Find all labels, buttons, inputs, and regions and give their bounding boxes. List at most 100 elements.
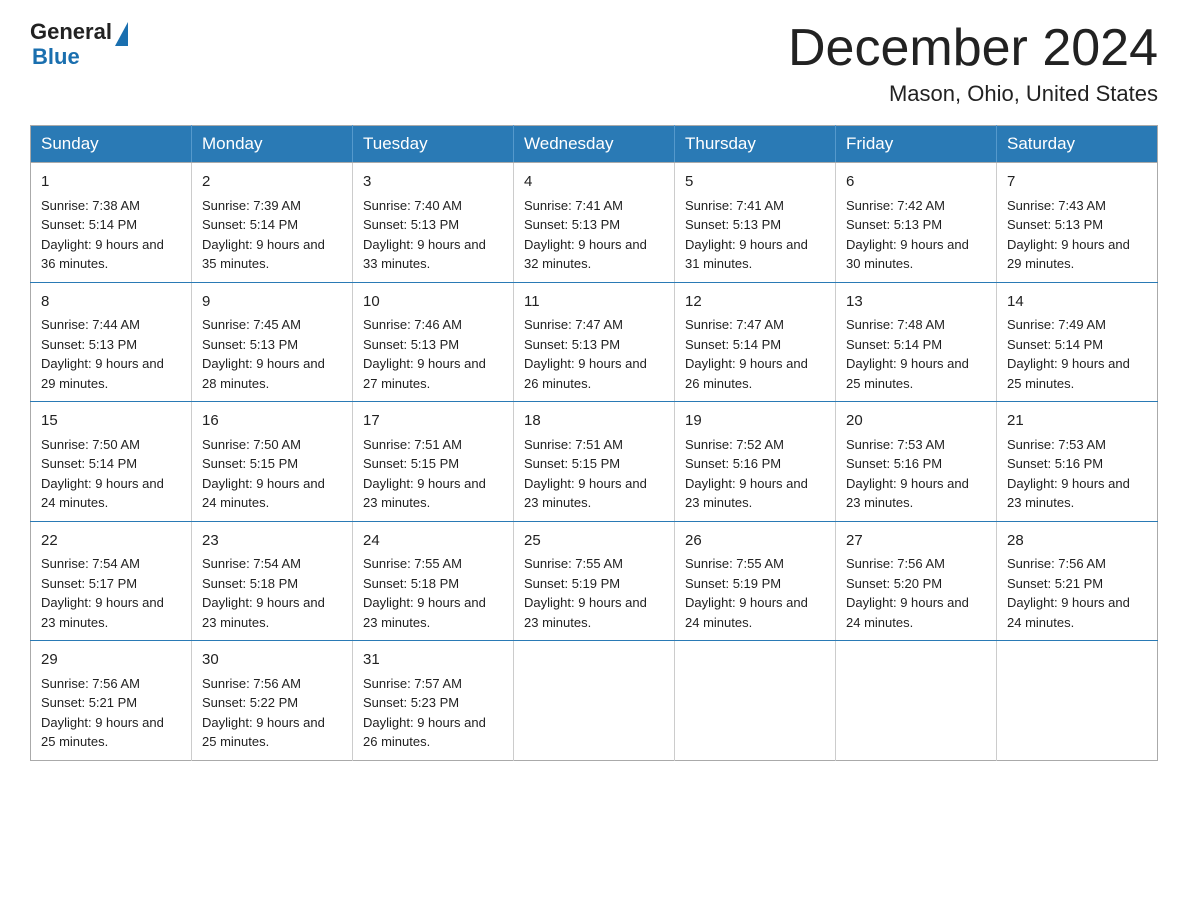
calendar-cell: 1Sunrise: 7:38 AMSunset: 5:14 PMDaylight… [31, 163, 192, 283]
day-number: 23 [202, 530, 342, 553]
day-info: Sunrise: 7:47 AMSunset: 5:14 PMDaylight:… [685, 315, 825, 393]
calendar-table: SundayMondayTuesdayWednesdayThursdayFrid… [30, 125, 1158, 761]
day-info: Sunrise: 7:42 AMSunset: 5:13 PMDaylight:… [846, 196, 986, 274]
day-info: Sunrise: 7:41 AMSunset: 5:13 PMDaylight:… [524, 196, 664, 274]
calendar-cell: 7Sunrise: 7:43 AMSunset: 5:13 PMDaylight… [997, 163, 1158, 283]
day-info: Sunrise: 7:51 AMSunset: 5:15 PMDaylight:… [363, 435, 503, 513]
logo: General Blue [30, 20, 128, 70]
day-number: 8 [41, 291, 181, 314]
day-info: Sunrise: 7:56 AMSunset: 5:21 PMDaylight:… [1007, 554, 1147, 632]
calendar-cell: 3Sunrise: 7:40 AMSunset: 5:13 PMDaylight… [353, 163, 514, 283]
day-info: Sunrise: 7:54 AMSunset: 5:18 PMDaylight:… [202, 554, 342, 632]
day-info: Sunrise: 7:43 AMSunset: 5:13 PMDaylight:… [1007, 196, 1147, 274]
day-info: Sunrise: 7:54 AMSunset: 5:17 PMDaylight:… [41, 554, 181, 632]
calendar-cell: 22Sunrise: 7:54 AMSunset: 5:17 PMDayligh… [31, 521, 192, 641]
day-info: Sunrise: 7:40 AMSunset: 5:13 PMDaylight:… [363, 196, 503, 274]
day-number: 22 [41, 530, 181, 553]
day-number: 31 [363, 649, 503, 672]
day-info: Sunrise: 7:55 AMSunset: 5:18 PMDaylight:… [363, 554, 503, 632]
day-info: Sunrise: 7:46 AMSunset: 5:13 PMDaylight:… [363, 315, 503, 393]
calendar-cell: 12Sunrise: 7:47 AMSunset: 5:14 PMDayligh… [675, 282, 836, 402]
calendar-cell: 15Sunrise: 7:50 AMSunset: 5:14 PMDayligh… [31, 402, 192, 522]
day-header-saturday: Saturday [997, 126, 1158, 163]
calendar-week-row: 8Sunrise: 7:44 AMSunset: 5:13 PMDaylight… [31, 282, 1158, 402]
calendar-cell: 29Sunrise: 7:56 AMSunset: 5:21 PMDayligh… [31, 641, 192, 761]
day-number: 5 [685, 171, 825, 194]
day-number: 7 [1007, 171, 1147, 194]
day-header-thursday: Thursday [675, 126, 836, 163]
day-info: Sunrise: 7:51 AMSunset: 5:15 PMDaylight:… [524, 435, 664, 513]
day-number: 17 [363, 410, 503, 433]
calendar-cell: 11Sunrise: 7:47 AMSunset: 5:13 PMDayligh… [514, 282, 675, 402]
day-number: 11 [524, 291, 664, 314]
day-info: Sunrise: 7:55 AMSunset: 5:19 PMDaylight:… [685, 554, 825, 632]
calendar-cell: 10Sunrise: 7:46 AMSunset: 5:13 PMDayligh… [353, 282, 514, 402]
day-number: 27 [846, 530, 986, 553]
day-header-monday: Monday [192, 126, 353, 163]
calendar-cell: 28Sunrise: 7:56 AMSunset: 5:21 PMDayligh… [997, 521, 1158, 641]
day-info: Sunrise: 7:53 AMSunset: 5:16 PMDaylight:… [846, 435, 986, 513]
calendar-cell [514, 641, 675, 761]
calendar-cell: 24Sunrise: 7:55 AMSunset: 5:18 PMDayligh… [353, 521, 514, 641]
day-number: 2 [202, 171, 342, 194]
calendar-cell [836, 641, 997, 761]
day-number: 3 [363, 171, 503, 194]
day-number: 26 [685, 530, 825, 553]
calendar-cell: 14Sunrise: 7:49 AMSunset: 5:14 PMDayligh… [997, 282, 1158, 402]
calendar-cell: 5Sunrise: 7:41 AMSunset: 5:13 PMDaylight… [675, 163, 836, 283]
calendar-cell [675, 641, 836, 761]
day-info: Sunrise: 7:48 AMSunset: 5:14 PMDaylight:… [846, 315, 986, 393]
day-number: 20 [846, 410, 986, 433]
page-title: December 2024 [788, 20, 1158, 77]
calendar-cell: 17Sunrise: 7:51 AMSunset: 5:15 PMDayligh… [353, 402, 514, 522]
calendar-cell [997, 641, 1158, 761]
calendar-cell: 27Sunrise: 7:56 AMSunset: 5:20 PMDayligh… [836, 521, 997, 641]
calendar-week-row: 15Sunrise: 7:50 AMSunset: 5:14 PMDayligh… [31, 402, 1158, 522]
logo-text-general: General [30, 20, 112, 44]
day-number: 15 [41, 410, 181, 433]
day-info: Sunrise: 7:44 AMSunset: 5:13 PMDaylight:… [41, 315, 181, 393]
day-info: Sunrise: 7:49 AMSunset: 5:14 PMDaylight:… [1007, 315, 1147, 393]
day-info: Sunrise: 7:50 AMSunset: 5:15 PMDaylight:… [202, 435, 342, 513]
calendar-week-row: 29Sunrise: 7:56 AMSunset: 5:21 PMDayligh… [31, 641, 1158, 761]
day-info: Sunrise: 7:41 AMSunset: 5:13 PMDaylight:… [685, 196, 825, 274]
calendar-cell: 9Sunrise: 7:45 AMSunset: 5:13 PMDaylight… [192, 282, 353, 402]
header: General Blue December 2024 Mason, Ohio, … [30, 20, 1158, 107]
day-info: Sunrise: 7:52 AMSunset: 5:16 PMDaylight:… [685, 435, 825, 513]
calendar-cell: 30Sunrise: 7:56 AMSunset: 5:22 PMDayligh… [192, 641, 353, 761]
day-number: 19 [685, 410, 825, 433]
day-info: Sunrise: 7:45 AMSunset: 5:13 PMDaylight:… [202, 315, 342, 393]
day-info: Sunrise: 7:47 AMSunset: 5:13 PMDaylight:… [524, 315, 664, 393]
calendar-cell: 31Sunrise: 7:57 AMSunset: 5:23 PMDayligh… [353, 641, 514, 761]
day-info: Sunrise: 7:57 AMSunset: 5:23 PMDaylight:… [363, 674, 503, 752]
day-number: 30 [202, 649, 342, 672]
day-info: Sunrise: 7:50 AMSunset: 5:14 PMDaylight:… [41, 435, 181, 513]
day-number: 12 [685, 291, 825, 314]
calendar-cell: 16Sunrise: 7:50 AMSunset: 5:15 PMDayligh… [192, 402, 353, 522]
day-number: 28 [1007, 530, 1147, 553]
calendar-week-row: 1Sunrise: 7:38 AMSunset: 5:14 PMDaylight… [31, 163, 1158, 283]
calendar-cell: 6Sunrise: 7:42 AMSunset: 5:13 PMDaylight… [836, 163, 997, 283]
day-number: 25 [524, 530, 664, 553]
day-info: Sunrise: 7:38 AMSunset: 5:14 PMDaylight:… [41, 196, 181, 274]
day-header-sunday: Sunday [31, 126, 192, 163]
day-number: 18 [524, 410, 664, 433]
calendar-cell: 8Sunrise: 7:44 AMSunset: 5:13 PMDaylight… [31, 282, 192, 402]
day-number: 9 [202, 291, 342, 314]
day-info: Sunrise: 7:56 AMSunset: 5:22 PMDaylight:… [202, 674, 342, 752]
day-number: 24 [363, 530, 503, 553]
calendar-cell: 2Sunrise: 7:39 AMSunset: 5:14 PMDaylight… [192, 163, 353, 283]
day-header-tuesday: Tuesday [353, 126, 514, 163]
day-number: 6 [846, 171, 986, 194]
calendar-cell: 4Sunrise: 7:41 AMSunset: 5:13 PMDaylight… [514, 163, 675, 283]
day-header-wednesday: Wednesday [514, 126, 675, 163]
day-info: Sunrise: 7:56 AMSunset: 5:20 PMDaylight:… [846, 554, 986, 632]
calendar-cell: 21Sunrise: 7:53 AMSunset: 5:16 PMDayligh… [997, 402, 1158, 522]
day-number: 4 [524, 171, 664, 194]
calendar-cell: 13Sunrise: 7:48 AMSunset: 5:14 PMDayligh… [836, 282, 997, 402]
day-number: 14 [1007, 291, 1147, 314]
logo-triangle-icon [115, 22, 128, 46]
calendar-cell: 25Sunrise: 7:55 AMSunset: 5:19 PMDayligh… [514, 521, 675, 641]
title-area: December 2024 Mason, Ohio, United States [788, 20, 1158, 107]
day-number: 29 [41, 649, 181, 672]
